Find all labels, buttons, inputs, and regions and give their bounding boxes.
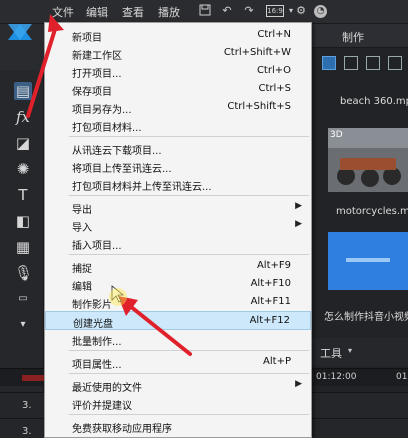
submenu-arrow-icon: ▶ [295,201,302,211]
menu-separator [69,195,309,196]
thumb-label-beach: beach 360.mp4 [340,96,408,107]
ruler-time-2: 01 [396,372,408,382]
undo-icon[interactable]: ↶ [220,4,234,18]
menu-play[interactable]: 播放 [158,4,180,20]
menu-bar: 文件 编辑 查看 播放 ↶ ↷ 16:9 ▾ ⚙ ◔ [0,0,408,24]
menu-item-insert-project[interactable]: 插入项目... [45,234,311,253]
menu-item-edit[interactable]: 编辑 Alt+F10 [45,275,311,294]
menu-separator [69,254,309,255]
menu-separator [69,350,309,351]
transition-room-icon[interactable]: ◧ [14,212,32,230]
thumbnail-douyin[interactable] [328,232,408,290]
save-icon[interactable] [198,4,212,18]
voiceover-mic-icon[interactable]: 🎙 [14,264,33,282]
menu-item-capture[interactable]: 捕捉 Alt+F9 [45,257,311,276]
menu-edit[interactable]: 编辑 [86,4,108,20]
redo-icon[interactable]: ↷ [242,4,256,18]
submenu-arrow-icon: ▶ [295,379,302,389]
menu-separator [69,136,309,137]
menu-item-pack-upload-cloud[interactable]: 打包项目材料并上传至讯连云... [45,175,311,194]
file-menu-dropdown: 新项目 Ctrl+N 新建工作区 Ctrl+Shift+W 打开项目... Ctrl+… [44,22,312,438]
thumbnail-motorcycles[interactable]: 3D [328,128,408,192]
menu-item-rate-feedback[interactable]: 评价并提建议 [45,394,311,413]
collapse-chevron-icon[interactable]: ▾ [14,316,32,334]
menu-item-import[interactable]: 导入 ▶ [45,216,311,235]
track-number: 3. [22,400,32,411]
gear-icon[interactable]: ⚙ [294,4,308,18]
menu-item-export[interactable]: 导出 ▶ [45,198,311,217]
music-filter-icon[interactable] [322,56,336,70]
menu-item-save-as[interactable]: 项目另存为... Ctrl+Shift+S [45,98,311,117]
menu-item-new-workspace[interactable]: 新建工作区 Ctrl+Shift+W [45,44,311,63]
grid-view-icon[interactable] [344,56,358,70]
tools-menu[interactable]: 工具 [320,345,342,361]
timeline-toolbar: 工具 ▾ [312,338,408,366]
menu-separator [69,414,309,415]
menu-item-save-project[interactable]: 保存项目 Ctrl+S [45,80,311,99]
detail-view-icon[interactable] [388,56,402,70]
app-window: 文件 编辑 查看 播放 ↶ ↷ 16:9 ▾ ⚙ ◔ ▤ fx ◪ ✺ T ◧ … [0,0,408,438]
ruler-time-1: 01:12:00 [316,372,357,382]
app-logo-icon [8,24,32,40]
timeline-marker [22,375,44,381]
user-avatar-icon[interactable]: ◔ [314,5,327,18]
pip-room-icon[interactable]: ◪ [14,134,32,152]
menu-view[interactable]: 查看 [122,4,144,20]
chapter-room-icon[interactable]: ▭ [14,290,32,308]
menu-item-produce-video[interactable]: 制作影片 Alt+F11 [45,293,311,312]
menu-item-project-properties[interactable]: 项目属性... Alt+P [45,353,311,372]
menu-separator [69,373,309,374]
title-room-icon[interactable]: T [14,186,32,204]
menu-item-get-mobile-app[interactable]: 免费获取移动应用程序 [45,417,311,436]
menu-item-new-project[interactable]: 新项目 Ctrl+N [45,26,311,45]
effects-fx-icon[interactable]: fx [14,108,32,126]
menu-item-pack-materials[interactable]: 打包项目材料... [45,116,311,135]
thumb-label-douyin: 怎么制作抖音小视频 [324,312,408,323]
tab-produce[interactable]: 制作 [312,24,408,48]
menu-item-download-cloud[interactable]: 从讯连云下载项目... [45,139,311,158]
thumb-label-motorcycles: motorcycles.mp4 [336,206,408,217]
badge-3d: 3D [330,130,343,140]
menu-item-upload-cloud[interactable]: 将项目上传至讯连云... [45,157,311,176]
menu-item-open-project[interactable]: 打开项目... Ctrl+O [45,62,311,81]
menu-item-batch-produce[interactable]: 批量制作... [45,330,311,349]
list-view-icon[interactable] [366,56,380,70]
tools-chevron-icon[interactable]: ▾ [348,346,352,355]
menu-item-create-disc[interactable]: 创建光盘 Alt+F12 [45,311,311,330]
aspect-ratio-selector[interactable]: 16:9 [266,5,284,17]
submenu-arrow-icon: ▶ [295,219,302,229]
tab-produce-label: 制作 [342,31,364,44]
media-room-icon[interactable]: ▤ [14,82,32,100]
particle-room-icon[interactable]: ✺ [14,160,32,178]
menu-item-recent-files[interactable]: 最近使用的文件 ▶ [45,376,311,395]
menu-file[interactable]: 文件 [52,4,74,20]
audio-mixing-icon[interactable]: ▦ [14,238,32,256]
track-number: 3. [22,426,32,437]
